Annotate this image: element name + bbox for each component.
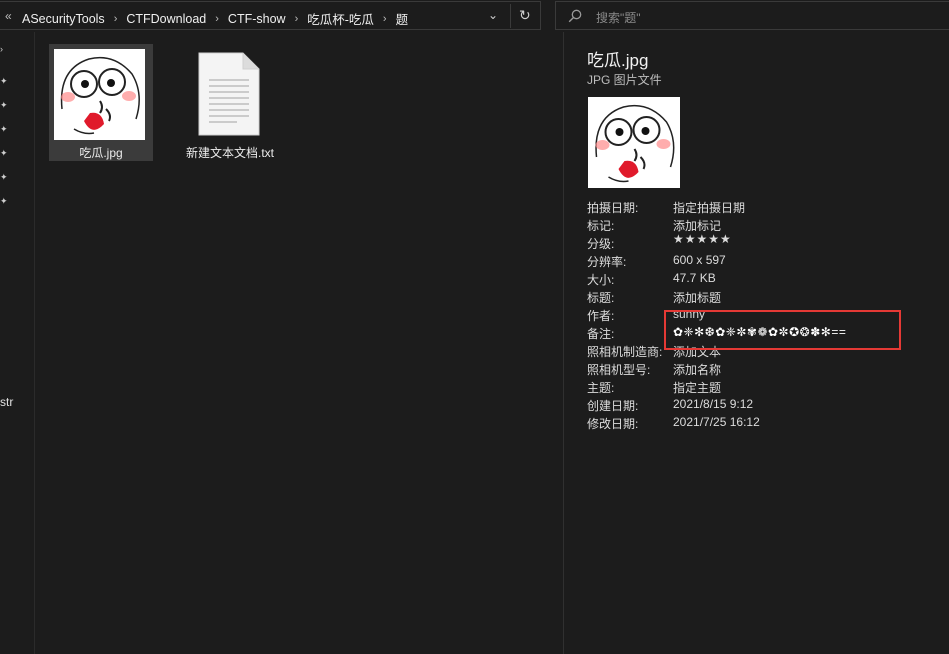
prop-value: 600 x 597 <box>673 253 726 267</box>
prop-label: 标记: <box>587 219 615 233</box>
image-thumbnail <box>54 49 145 140</box>
prop-label: 照相机型号: <box>587 363 651 377</box>
divider <box>510 4 511 28</box>
prop-label: 作者: <box>587 309 615 323</box>
prop-value[interactable]: 指定主题 <box>673 379 721 396</box>
search-placeholder: 搜索"题" <box>596 11 641 25</box>
nav-item-partial[interactable]: str <box>0 395 13 409</box>
rating-stars[interactable]: ★★★★★ <box>673 232 732 246</box>
search-icon <box>568 9 582 23</box>
pin-icon: ✦ <box>0 196 8 206</box>
breadcrumb-item-ctfdownload[interactable]: CTFDownload <box>126 12 206 26</box>
pin-icon: ✦ <box>0 172 8 182</box>
prop-title: 标题: 添加标题 <box>587 289 947 307</box>
prop-label: 拍摄日期: <box>587 201 639 215</box>
prop-value: 47.7 KB <box>673 271 716 285</box>
chevron-right-icon[interactable]: › <box>114 13 118 25</box>
breadcrumb-item-chigua-cup[interactable]: 吃瓜杯-吃瓜 <box>307 9 374 28</box>
prop-label: 分级: <box>587 237 615 251</box>
prop-label: 分辨率: <box>587 255 627 269</box>
prop-tags: 标记: 添加标记 <box>587 217 947 235</box>
prop-value[interactable]: 指定拍摄日期 <box>673 199 745 216</box>
highlight-box <box>664 310 901 350</box>
prop-date-taken: 拍摄日期: 指定拍摄日期 <box>587 199 947 217</box>
prop-label: 创建日期: <box>587 399 639 413</box>
prop-label: 大小: <box>587 273 615 287</box>
breadcrumb: ASecurityTools › CTFDownload › CTF-show … <box>22 9 408 28</box>
meme-face-icon <box>588 97 680 188</box>
pin-icon: ✦ <box>0 148 8 158</box>
navigation-pane[interactable]: › ✦ ✦ ✦ ✦ ✦ ✦ str <box>0 32 14 654</box>
prop-label: 备注: <box>587 327 615 341</box>
divider <box>34 32 35 654</box>
prop-value[interactable]: 添加名称 <box>673 361 721 378</box>
breadcrumb-item-ctf-show[interactable]: CTF-show <box>228 12 286 26</box>
file-item-chigua-jpg[interactable]: 吃瓜.jpg <box>49 44 153 161</box>
chevron-down-icon[interactable]: ⌄ <box>488 8 498 22</box>
details-file-type: JPG 图片文件 <box>587 73 662 87</box>
details-title: 吃瓜.jpg <box>587 51 649 70</box>
prop-subject: 主题: 指定主题 <box>587 379 947 397</box>
prop-camera-model: 照相机型号: 添加名称 <box>587 361 947 379</box>
chevron-right-icon[interactable]: › <box>383 13 387 25</box>
prop-value: 2021/8/15 9:12 <box>673 397 754 411</box>
prop-size: 大小: 47.7 KB <box>587 271 947 289</box>
prop-label: 标题: <box>587 291 615 305</box>
toolbar: « ASecurityTools › CTFDownload › CTF-sho… <box>0 0 949 32</box>
prop-label: 修改日期: <box>587 417 639 431</box>
prop-value: 2021/7/25 16:12 <box>673 415 760 429</box>
pin-icon: ✦ <box>0 100 8 110</box>
text-document-icon <box>198 52 260 136</box>
refresh-icon[interactable]: ↻ <box>519 7 531 24</box>
file-name[interactable]: 新建文本文档.txt <box>178 144 282 161</box>
breadcrumb-item-current[interactable]: 题 <box>396 9 409 28</box>
breadcrumb-item-asecuritytools[interactable]: ASecurityTools <box>22 12 105 26</box>
prop-label: 照相机制造商: <box>587 345 663 359</box>
prop-rating: 分级: ★★★★★ <box>587 232 947 253</box>
address-bar[interactable]: « ASecurityTools › CTFDownload › CTF-sho… <box>0 1 541 30</box>
chevron-right-icon[interactable]: › <box>295 13 299 25</box>
pane-splitter[interactable] <box>563 32 564 654</box>
prop-date-modified: 修改日期: 2021/7/25 16:12 <box>587 415 947 433</box>
pin-icon: ✦ <box>0 76 8 86</box>
breadcrumb-overflow-icon[interactable]: « <box>5 9 12 23</box>
search-box[interactable]: 搜索"题" <box>555 1 949 30</box>
pin-icon: ✦ <box>0 124 8 134</box>
prop-date-created: 创建日期: 2021/8/15 9:12 <box>587 397 947 415</box>
prop-label: 主题: <box>587 381 615 395</box>
chevron-right-icon[interactable]: › <box>215 13 219 25</box>
chevron-right-icon[interactable]: › <box>0 44 10 54</box>
meme-face-icon <box>54 49 145 140</box>
file-name[interactable]: 吃瓜.jpg <box>49 144 153 161</box>
prop-dimensions: 分辨率: 600 x 597 <box>587 253 947 271</box>
prop-value[interactable]: 添加标题 <box>673 289 721 306</box>
file-item-new-text-document[interactable]: 新建文本文档.txt <box>178 44 282 161</box>
details-preview-image <box>588 97 680 188</box>
